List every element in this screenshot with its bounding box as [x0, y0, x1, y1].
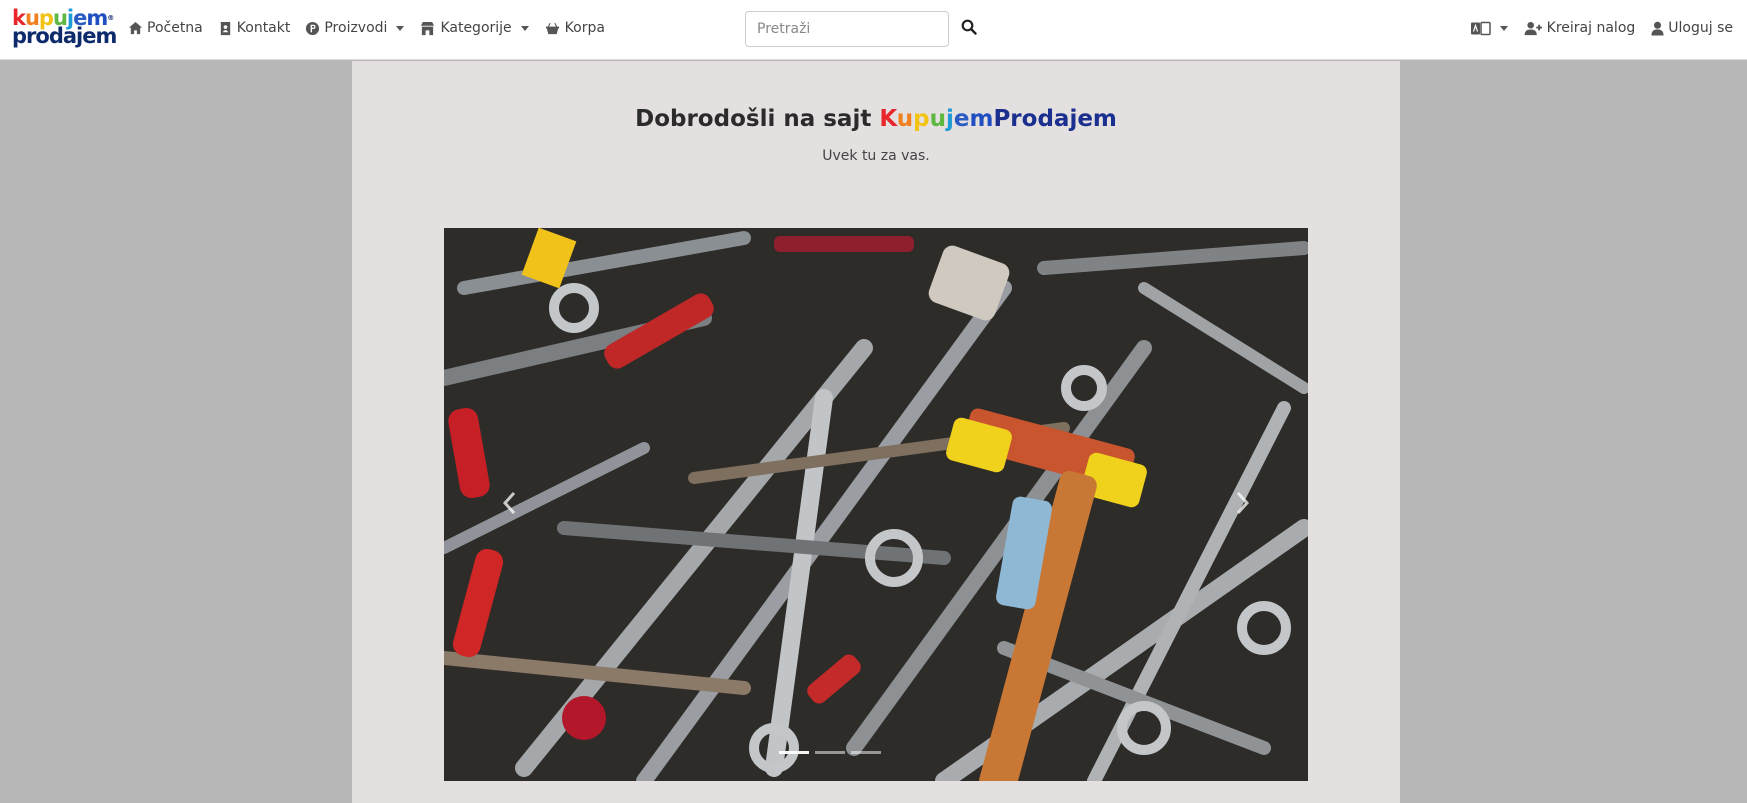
login-link[interactable]: Uloguj se [1651, 20, 1733, 36]
carousel-indicator[interactable] [779, 751, 809, 754]
chevron-down-icon [396, 25, 405, 31]
search-input[interactable] [745, 11, 949, 47]
chevron-right-icon [1236, 491, 1250, 515]
page-title: Dobrodošli na sajt KupujemProdajem [352, 106, 1400, 132]
nav-products-label: Proizvodi [324, 20, 388, 36]
search-form [745, 11, 977, 47]
register-label: Kreiraj nalog [1546, 20, 1636, 36]
brand-suffix: Prodajem [993, 106, 1117, 132]
search-button[interactable] [961, 19, 981, 39]
navbar: kupujem® prodajem Početna Kontakt Proizv… [0, 0, 1747, 60]
nav-home[interactable]: Početna [128, 20, 203, 36]
site-logo[interactable]: kupujem® prodajem [12, 8, 117, 51]
login-label: Uloguj se [1668, 20, 1733, 36]
carousel-prev-button[interactable] [498, 488, 522, 518]
brand-letter: p [913, 106, 930, 132]
nav-categories-label: Kategorije [440, 20, 512, 36]
image-carousel [444, 228, 1308, 781]
carousel-image-tools [444, 228, 1308, 781]
nav-contact-label: Kontakt [236, 20, 291, 36]
nav-cart-label: Korpa [564, 20, 605, 36]
main-content: Dobrodošli na sajt KupujemProdajem Uvek … [352, 61, 1400, 803]
carousel-next-button[interactable] [1230, 488, 1254, 518]
user-plus-icon [1524, 21, 1542, 35]
nav-products-dropdown[interactable]: Proizvodi [305, 20, 405, 36]
user-nav: Kreiraj nalog Uloguj se [1470, 0, 1733, 56]
welcome-prefix: Dobrodošli na sajt [635, 106, 880, 132]
search-icon [961, 19, 977, 35]
tagline: Uvek tu za vas. [822, 148, 930, 164]
chevron-down-icon [1499, 25, 1508, 31]
brand-letter: K [879, 106, 897, 132]
brand-letter: e [953, 106, 970, 132]
brand-letter: m [969, 106, 994, 132]
nav-cart[interactable]: Korpa [544, 20, 605, 36]
carousel-indicator[interactable] [851, 751, 881, 754]
main-nav: Početna Kontakt Proizvodi Kategorije Kor… [128, 0, 605, 56]
chevron-left-icon [502, 491, 516, 515]
contact-book-icon [220, 21, 230, 35]
chevron-down-icon [520, 25, 529, 31]
language-dropdown[interactable] [1470, 21, 1508, 36]
language-icon [1470, 21, 1491, 35]
brand-letter: j [945, 106, 954, 132]
nav-categories-dropdown[interactable]: Kategorije [419, 20, 529, 36]
nav-home-label: Početna [147, 20, 203, 36]
home-icon [128, 21, 143, 34]
carousel-indicators [779, 751, 881, 754]
product-p-icon [306, 21, 320, 35]
store-icon [421, 21, 435, 35]
user-icon [1651, 21, 1664, 35]
brand-letter: u [896, 106, 914, 132]
carousel-indicator[interactable] [815, 751, 845, 754]
logo-text-bottom: prodajem [12, 24, 117, 48]
register-link[interactable]: Kreiraj nalog [1524, 20, 1636, 36]
nav-contact[interactable]: Kontakt [218, 20, 291, 36]
brand-letter: u [929, 106, 946, 132]
basket-icon [545, 22, 559, 34]
